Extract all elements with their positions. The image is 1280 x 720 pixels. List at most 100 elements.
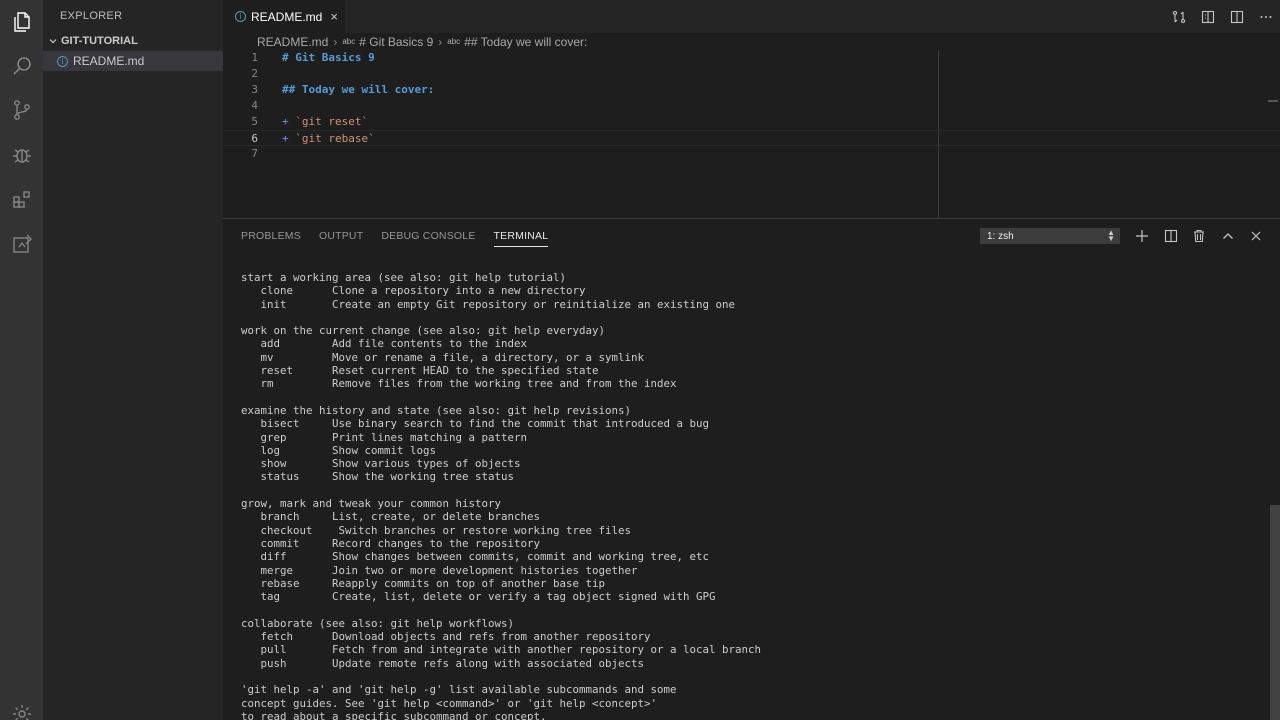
terminal-line: grow, mark and tweak your common history bbox=[241, 497, 502, 511]
tab-label: README.md bbox=[251, 9, 323, 24]
open-changes-button[interactable] bbox=[1164, 0, 1193, 33]
debug-icon bbox=[12, 149, 31, 163]
trash-icon bbox=[1194, 229, 1205, 243]
split-editor-button[interactable] bbox=[1222, 0, 1251, 33]
panel-tabs: PROBLEMS OUTPUT DEBUG CONSOLE TERMINAL bbox=[223, 219, 557, 253]
string-symbol-icon: abc bbox=[342, 37, 356, 46]
search-icon bbox=[12, 57, 31, 75]
select-arrows-icon: ▲ ▼ bbox=[1107, 228, 1115, 243]
editor-line: 4 bbox=[223, 98, 1280, 114]
terminal-line: to read about a specific subcommand or c… bbox=[241, 709, 547, 720]
code-editor[interactable]: 1 # Git Basics 9 2 3 ## Today we will co… bbox=[223, 50, 1280, 218]
tab-terminal[interactable]: TERMINAL bbox=[485, 219, 558, 253]
string-symbol-icon: abc bbox=[447, 37, 461, 46]
breadcrumb-file[interactable]: README.md bbox=[257, 35, 328, 49]
terminal-line: 'git help -a' and 'git help -g' list ava… bbox=[241, 683, 677, 697]
terminal-line: fetch Download objects and refs from ano… bbox=[241, 630, 651, 644]
debug-button[interactable] bbox=[0, 133, 43, 177]
tab-readme[interactable]: i README.md × bbox=[223, 0, 345, 33]
bottom-panel: PROBLEMS OUTPUT DEBUG CONSOLE TERMINAL 1… bbox=[223, 218, 1280, 720]
explorer-sidebar: EXPLORER GIT-TUTORIAL i README.md bbox=[43, 0, 223, 720]
compare-changes-icon bbox=[1172, 10, 1185, 23]
split-icon bbox=[1164, 229, 1177, 243]
tab-problems[interactable]: PROBLEMS bbox=[223, 219, 310, 253]
search-button[interactable] bbox=[0, 44, 43, 88]
tab-debug-console[interactable]: DEBUG CONSOLE bbox=[372, 219, 484, 253]
extensions-button[interactable] bbox=[0, 178, 43, 222]
line-text: ## Today we will cover: bbox=[282, 83, 435, 96]
file-readme[interactable]: i README.md bbox=[43, 51, 223, 71]
terminal-line: init Create an empty Git repository or r… bbox=[241, 297, 736, 311]
line-text: # Git Basics 9 bbox=[282, 51, 375, 64]
split-terminal-button[interactable] bbox=[1157, 225, 1186, 247]
terminal-line: status Show the working tree status bbox=[241, 470, 515, 484]
tab-output[interactable]: OUTPUT bbox=[310, 219, 372, 253]
line-number: 4 bbox=[251, 99, 258, 112]
editor-line: 5 + `git reset` bbox=[223, 114, 1280, 130]
new-terminal-button[interactable] bbox=[1128, 225, 1157, 247]
kill-terminal-button[interactable] bbox=[1185, 225, 1214, 247]
editor-line: 7 bbox=[223, 146, 1280, 162]
terminal-line: start a working area (see also: git help… bbox=[241, 271, 567, 284]
terminal-select-value: 1: zsh bbox=[987, 230, 1014, 242]
terminal-line: pull Fetch from and integrate with anoth… bbox=[241, 643, 762, 657]
terminal-line: commit Record changes to the repository bbox=[241, 536, 541, 550]
chevron-up-icon bbox=[1222, 233, 1233, 239]
plus-icon bbox=[1136, 230, 1149, 242]
line-number: 6 bbox=[251, 132, 258, 145]
editor-line: 1 # Git Basics 9 bbox=[223, 50, 1280, 66]
close-icon bbox=[1251, 231, 1261, 241]
line-number: 7 bbox=[251, 147, 258, 160]
terminal-line: grep Print lines matching a pattern bbox=[241, 430, 528, 444]
folder-git-tutorial[interactable]: GIT-TUTORIAL bbox=[43, 32, 223, 50]
files-icon bbox=[13, 12, 30, 32]
terminal-line: clone Clone a repository into a new dire… bbox=[241, 284, 586, 298]
close-panel-button[interactable] bbox=[1242, 225, 1271, 247]
open-preview-button[interactable] bbox=[1193, 0, 1222, 33]
remote-explorer-icon bbox=[12, 234, 32, 253]
preview-icon bbox=[1201, 10, 1214, 23]
breadcrumb: README.md › abc # Git Basics 9 › abc ## … bbox=[223, 33, 1280, 50]
terminal-line: rm Remove files from the working tree an… bbox=[241, 377, 677, 391]
close-icon[interactable]: × bbox=[330, 9, 338, 24]
chevron-right-icon: › bbox=[333, 34, 338, 49]
terminal-line: merge Join two or more development histo… bbox=[241, 563, 638, 577]
minimap-indicator[interactable] bbox=[1268, 100, 1278, 102]
activity-bar bbox=[0, 0, 43, 720]
maximize-panel-button[interactable] bbox=[1214, 225, 1243, 247]
editor-ruler bbox=[938, 50, 939, 218]
terminal-line: mv Move or rename a file, a directory, o… bbox=[241, 350, 645, 364]
source-control-button[interactable] bbox=[0, 88, 43, 132]
chevron-right-icon: › bbox=[438, 34, 443, 49]
line-number: 3 bbox=[251, 83, 258, 96]
remote-explorer-button[interactable] bbox=[0, 222, 43, 266]
split-editor-icon bbox=[1230, 10, 1243, 23]
terminal-select[interactable]: 1: zsh ▲ ▼ bbox=[980, 228, 1120, 244]
terminal-scrollbar[interactable] bbox=[1270, 505, 1280, 720]
terminal-line: add Add file contents to the index bbox=[241, 337, 528, 351]
more-actions-button[interactable] bbox=[1251, 0, 1280, 33]
line-text: + `git reset` bbox=[282, 115, 369, 128]
editor-actions bbox=[1164, 0, 1280, 33]
terminal-line: work on the current change (see also: gi… bbox=[241, 324, 606, 338]
file-label: README.md bbox=[73, 54, 145, 68]
line-number: 1 bbox=[251, 51, 258, 64]
breadcrumb-symbol-2[interactable]: ## Today we will cover: bbox=[464, 35, 587, 49]
editor-line: 3 ## Today we will cover: bbox=[223, 82, 1280, 98]
terminal-output[interactable]: start a working area (see also: git help… bbox=[241, 271, 1261, 720]
extensions-icon bbox=[12, 191, 30, 208]
terminal-line: diff Show changes between commits, commi… bbox=[241, 550, 710, 564]
chevron-down-icon bbox=[49, 39, 57, 44]
terminal-line: branch List, create, or delete branches bbox=[241, 510, 541, 524]
terminal-line: rebase Reapply commits on top of another… bbox=[241, 576, 606, 590]
explorer-button[interactable] bbox=[0, 0, 43, 44]
editor-tabs-bar: i README.md × bbox=[223, 0, 1280, 33]
terminal-line: concept guides. See 'git help <command>'… bbox=[241, 696, 658, 710]
panel-actions bbox=[1128, 225, 1271, 247]
ellipsis-icon bbox=[1260, 15, 1271, 18]
manage-button[interactable] bbox=[0, 692, 43, 720]
info-icon: i bbox=[57, 55, 68, 67]
breadcrumb-symbol-1[interactable]: # Git Basics 9 bbox=[359, 35, 433, 49]
